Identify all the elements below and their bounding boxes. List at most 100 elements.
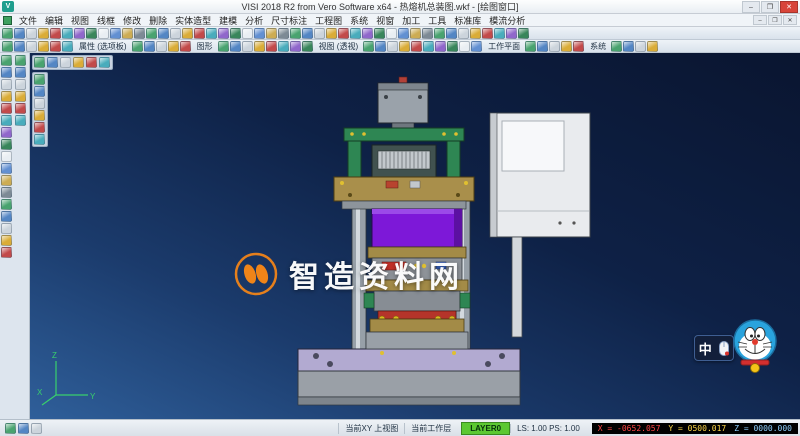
toolbar-icon[interactable] bbox=[218, 28, 229, 39]
layer-indicator[interactable]: LAYER0 bbox=[461, 422, 510, 435]
view-tool-icon[interactable] bbox=[34, 122, 45, 133]
toolbar-icon[interactable] bbox=[647, 41, 658, 52]
toolbar-icon[interactable] bbox=[471, 41, 482, 52]
close-button[interactable]: ✕ bbox=[780, 1, 798, 13]
toolbar-icon[interactable] bbox=[422, 28, 433, 39]
toolbar-icon[interactable] bbox=[14, 28, 25, 39]
toolbar-icon[interactable] bbox=[242, 28, 253, 39]
toolbar-icon[interactable] bbox=[611, 41, 622, 52]
toolbar-icon[interactable] bbox=[146, 28, 157, 39]
mdi-restore-button[interactable]: ❐ bbox=[768, 15, 782, 25]
toolbar-icon[interactable] bbox=[458, 28, 469, 39]
snap-icon[interactable] bbox=[18, 423, 29, 434]
view-tool-icon[interactable] bbox=[60, 57, 71, 68]
toolbar-icon[interactable] bbox=[387, 41, 398, 52]
toolbar-icon[interactable] bbox=[254, 28, 265, 39]
toolbar-icon[interactable] bbox=[434, 28, 445, 39]
toolbar-icon[interactable] bbox=[14, 41, 25, 52]
toolbar-icon[interactable] bbox=[230, 28, 241, 39]
sidebar-icon[interactable] bbox=[15, 91, 26, 102]
toolbar-icon[interactable] bbox=[423, 41, 434, 52]
sidebar-icon[interactable] bbox=[15, 67, 26, 78]
toolbar-icon[interactable] bbox=[350, 28, 361, 39]
toolbar-icon[interactable] bbox=[447, 41, 458, 52]
toolbar-icon[interactable] bbox=[110, 28, 121, 39]
menu-item[interactable]: 标准库 bbox=[450, 14, 485, 27]
toolbar-icon[interactable] bbox=[326, 28, 337, 39]
toolbar-icon[interactable] bbox=[2, 41, 13, 52]
sidebar-icon[interactable] bbox=[15, 103, 26, 114]
menu-item[interactable]: 模流分析 bbox=[485, 14, 529, 27]
snap-icon[interactable] bbox=[31, 423, 42, 434]
toolbar-icon[interactable] bbox=[338, 28, 349, 39]
toolbar-icon[interactable] bbox=[525, 41, 536, 52]
toolbar-icon[interactable] bbox=[122, 28, 133, 39]
mdi-close-button[interactable]: ✕ bbox=[783, 15, 797, 25]
toolbar-icon[interactable] bbox=[435, 41, 446, 52]
toolbar-icon[interactable] bbox=[134, 28, 145, 39]
toolbar-icon[interactable] bbox=[410, 28, 421, 39]
toolbar-icon[interactable] bbox=[218, 41, 229, 52]
view-tool-icon[interactable] bbox=[73, 57, 84, 68]
sidebar-icon[interactable] bbox=[1, 55, 12, 66]
toolbar-icon[interactable] bbox=[459, 41, 470, 52]
toolbar-icon[interactable] bbox=[180, 41, 191, 52]
menu-item[interactable]: 加工 bbox=[398, 14, 424, 27]
toolbar-icon[interactable] bbox=[537, 41, 548, 52]
menu-item[interactable]: 视图 bbox=[67, 14, 93, 27]
toolbar-icon[interactable] bbox=[374, 28, 385, 39]
menu-item[interactable]: 编辑 bbox=[41, 14, 67, 27]
sidebar-icon[interactable] bbox=[1, 187, 12, 198]
toolbar-icon[interactable] bbox=[362, 28, 373, 39]
toolbar-icon[interactable] bbox=[573, 41, 584, 52]
view-tool-icon[interactable] bbox=[34, 86, 45, 97]
menu-item[interactable]: 尺寸标注 bbox=[267, 14, 311, 27]
view-tool-icon[interactable] bbox=[47, 57, 58, 68]
toolbar-icon[interactable] bbox=[62, 41, 73, 52]
toolbar-icon[interactable] bbox=[194, 28, 205, 39]
menu-item[interactable]: 修改 bbox=[119, 14, 145, 27]
toolbar-icon[interactable] bbox=[482, 28, 493, 39]
sidebar-icon[interactable] bbox=[1, 199, 12, 210]
view-tool-icon[interactable] bbox=[34, 74, 45, 85]
sidebar-icon[interactable] bbox=[1, 115, 12, 126]
toolbar-icon[interactable] bbox=[158, 28, 169, 39]
toolbar-icon[interactable] bbox=[132, 41, 143, 52]
toolbar-icon[interactable] bbox=[494, 28, 505, 39]
menu-item[interactable]: 删除 bbox=[145, 14, 171, 27]
toolbar-icon[interactable] bbox=[26, 28, 37, 39]
toolbar-icon[interactable] bbox=[168, 41, 179, 52]
menu-item[interactable]: 系统 bbox=[346, 14, 372, 27]
menu-item[interactable]: 工程图 bbox=[311, 14, 346, 27]
toolbar-icon[interactable] bbox=[62, 28, 73, 39]
view-tool-icon[interactable] bbox=[34, 98, 45, 109]
toolbar-icon[interactable] bbox=[74, 28, 85, 39]
toolbar-icon[interactable] bbox=[290, 28, 301, 39]
toolbar-icon[interactable] bbox=[170, 28, 181, 39]
toolbar-icon[interactable] bbox=[144, 41, 155, 52]
toolbar-icon[interactable] bbox=[50, 41, 61, 52]
toolbar-icon[interactable] bbox=[314, 28, 325, 39]
toolbar-icon[interactable] bbox=[398, 28, 409, 39]
sidebar-icon[interactable] bbox=[1, 67, 12, 78]
sidebar-icon[interactable] bbox=[1, 103, 12, 114]
menu-item[interactable]: 工具 bbox=[424, 14, 450, 27]
toolbar-icon[interactable] bbox=[446, 28, 457, 39]
sidebar-icon[interactable] bbox=[1, 79, 12, 90]
sidebar-icon[interactable] bbox=[1, 139, 12, 150]
menu-item[interactable]: 建模 bbox=[215, 14, 241, 27]
toolbar-icon[interactable] bbox=[38, 28, 49, 39]
toolbar-icon[interactable] bbox=[50, 28, 61, 39]
toolbar-icon[interactable] bbox=[363, 41, 374, 52]
toolbar-icon[interactable] bbox=[290, 41, 301, 52]
sidebar-icon[interactable] bbox=[1, 151, 12, 162]
toolbar-icon[interactable] bbox=[242, 41, 253, 52]
sidebar-icon[interactable] bbox=[1, 163, 12, 174]
toolbar-icon[interactable] bbox=[266, 28, 277, 39]
sidebar-icon[interactable] bbox=[1, 223, 12, 234]
view-tool-icon[interactable] bbox=[34, 57, 45, 68]
toolbar-icon[interactable] bbox=[230, 41, 241, 52]
toolbar-icon[interactable] bbox=[518, 28, 529, 39]
maximize-button[interactable]: ❐ bbox=[761, 1, 779, 13]
sidebar-icon[interactable] bbox=[1, 91, 12, 102]
